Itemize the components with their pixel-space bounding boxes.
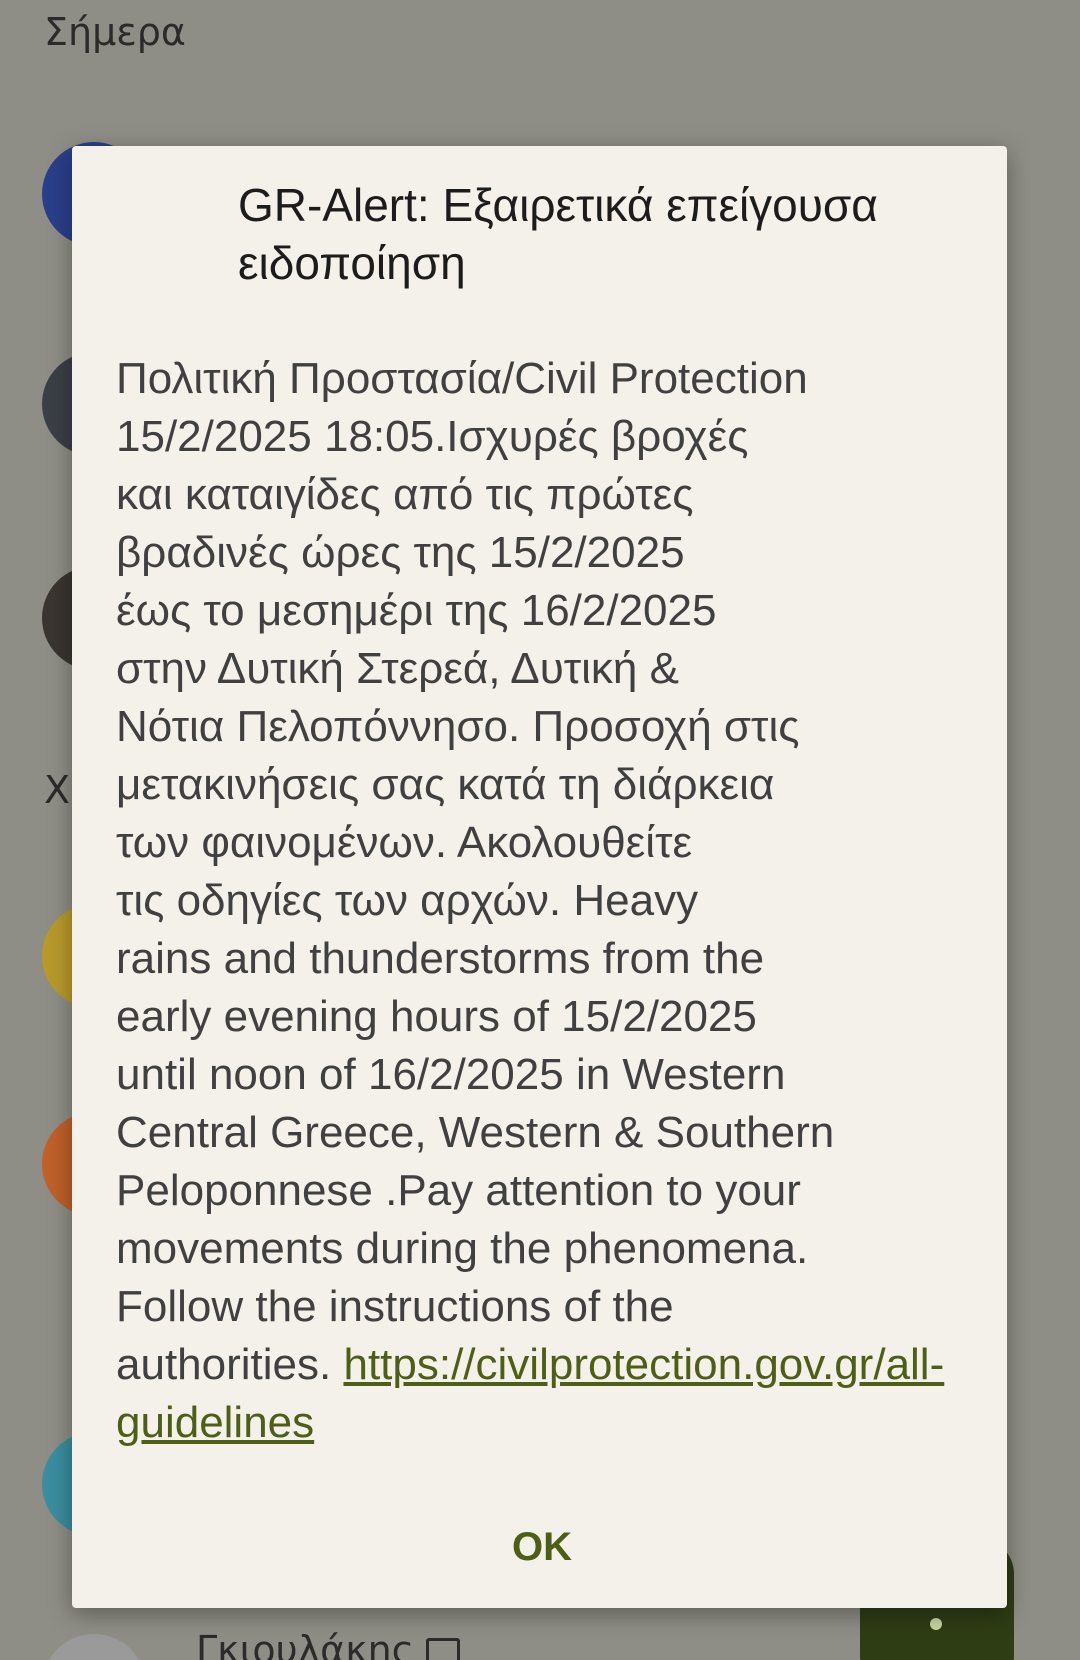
dialog-message: Πολιτική Προστασία/Civil Protection 15/2…	[116, 350, 966, 1452]
section-header-today: Σήμερα	[44, 10, 186, 54]
dialog-title: GR-Alert: Εξαιρετικά επείγουσα ειδοποίησ…	[238, 179, 878, 289]
contact-name-text: Γκιουλάκης	[196, 1628, 414, 1660]
ok-button[interactable]: OK	[482, 1512, 602, 1582]
emergency-alert-dialog: GR-Alert: Εξαιρετικά επείγουσα ειδοποίησ…	[72, 146, 1007, 1608]
contact-name[interactable]: Γκιουλάκης	[196, 1628, 460, 1660]
fab-icon	[930, 1618, 942, 1630]
dialog-message-text: Πολιτική Προστασία/Civil Protection 15/2…	[116, 354, 835, 1389]
message-icon	[425, 1637, 460, 1660]
avatar[interactable]	[42, 1634, 146, 1660]
